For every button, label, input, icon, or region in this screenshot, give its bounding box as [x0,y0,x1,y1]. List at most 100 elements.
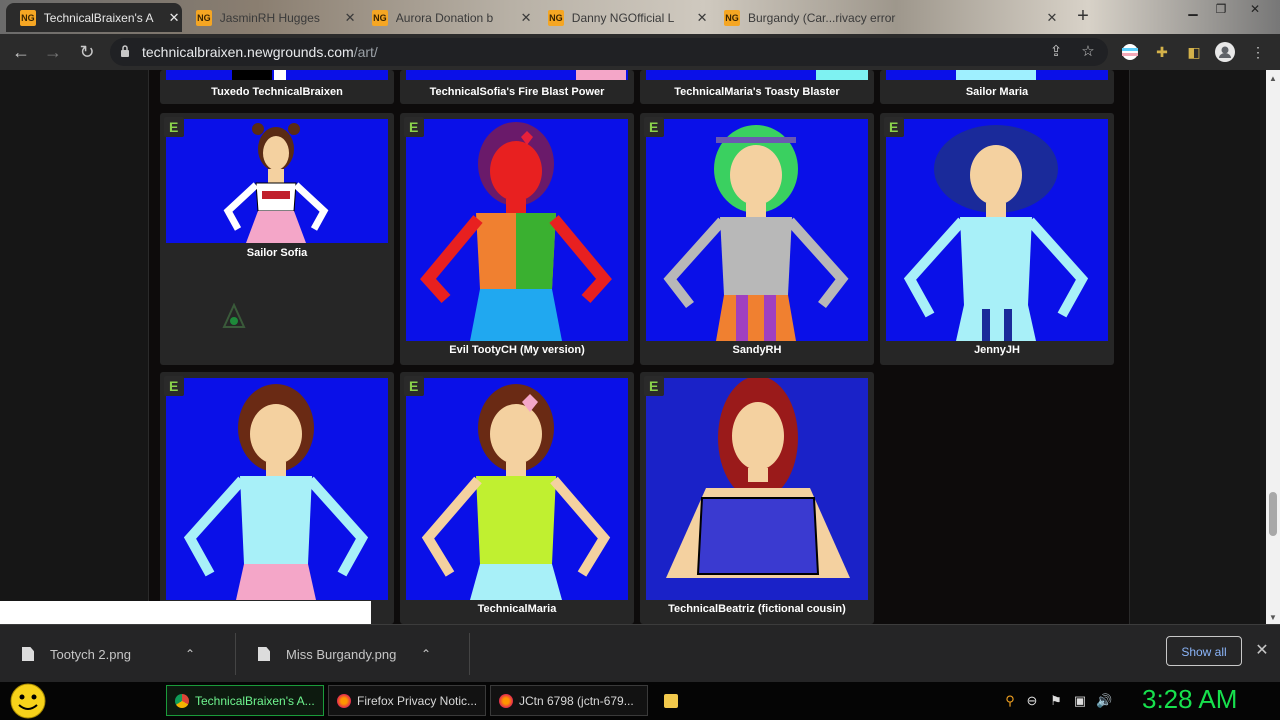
close-icon[interactable]: ✕ [1044,10,1060,26]
art-title[interactable]: TechnicalMaria's Toasty Blaster [640,86,874,98]
art-thumbnail[interactable] [406,378,628,600]
art-thumbnail[interactable] [166,119,388,243]
bookmark-star-icon[interactable]: ☆ [1078,42,1098,62]
art-thumbnail[interactable] [886,119,1108,341]
rating-e-text: E [889,119,899,135]
loading-icon [222,303,246,328]
blocked-icon[interactable]: ⊖ [1024,693,1040,709]
taskbar-item-firefox-2[interactable]: JCtn 6798 (jctn-679... [490,685,648,716]
rating-e-text: E [649,119,659,135]
taskbar: TechnicalBraixen's A... Firefox Privacy … [0,682,1280,720]
volume-icon[interactable]: 🔊 [1096,693,1112,709]
art-card[interactable]: E [160,372,394,624]
art-card[interactable]: E Sailor Sofia [160,113,394,365]
page-scrollbar[interactable]: ▲ ▼ [1266,70,1280,624]
art-card[interactable]: TechnicalMaria's Toasty Blaster [640,70,874,104]
art-card[interactable]: E Evil TootyCH (My version) [400,113,634,365]
clock[interactable]: 3:28 AM [1142,684,1237,715]
menu-dots-icon[interactable]: ⋮ [1248,42,1268,62]
extensions-icon[interactable]: ✚ [1152,42,1172,62]
art-thumbnail[interactable] [646,70,868,80]
rating-badge: E [404,376,424,396]
art-card[interactable]: E TechnicalMaria [400,372,634,624]
start-smiley-icon[interactable] [8,682,48,720]
network-icon[interactable]: ▣ [1072,693,1088,709]
download-item[interactable]: Miss Burgandy.png ⌃ [236,625,470,683]
show-all-button[interactable]: Show all [1166,636,1242,666]
back-icon[interactable]: ← [10,41,32,63]
art-title[interactable]: Sailor Sofia [160,247,394,259]
side-panel-icon[interactable]: ◧ [1184,42,1204,62]
tab-label: Aurora Donation b [395,10,494,25]
taskbar-item-chrome[interactable]: TechnicalBraixen's A... [166,685,324,716]
file-icon [22,647,34,661]
art-gallery: Tuxedo TechnicalBraixen TechnicalSofia's… [148,70,1130,624]
art-thumbnail[interactable] [646,119,868,341]
close-icon[interactable]: ✕ [1252,641,1272,661]
technicalbeatriz-image [646,378,868,600]
newgrounds-icon: NG [196,9,212,26]
art-thumbnail[interactable] [406,119,628,341]
minimize-button[interactable]: ▁ [1180,0,1206,18]
art-title[interactable]: TechnicalSofia's Fire Blast Power [400,86,634,98]
art-title[interactable]: TechnicalBeatriz (fictional cousin) [640,603,874,615]
taskbar-item-firefox[interactable]: Firefox Privacy Notic... [328,685,486,716]
art-thumbnail[interactable] [166,378,388,600]
art-title[interactable]: Sailor Maria [880,86,1114,98]
address-bar[interactable]: technicalbraixen.newgrounds.com/art/ ⇪ ☆ [110,38,1108,66]
art-card[interactable]: E TechnicalBeatriz (fictional cousin) [640,372,874,624]
rating-badge: E [404,117,424,137]
art-title[interactable]: TechnicalMaria [400,603,634,615]
art-title[interactable]: JennyJH [880,344,1114,356]
tab-strip: NG TechnicalBraixen's A ✕ NG JasminRH Hu… [0,0,1280,34]
art-thumbnail[interactable] [646,378,868,600]
search-icon[interactable]: ⚲ [1002,693,1018,709]
tab-aurora[interactable]: NG Aurora Donation b ✕ [358,3,534,32]
evil-tootych-image [406,119,628,341]
rating-e-text: E [409,378,419,394]
art-card[interactable]: E JennyJH [880,113,1114,365]
art-card[interactable]: Sailor Maria [880,70,1114,104]
share-icon[interactable]: ⇪ [1046,42,1066,62]
reload-icon[interactable]: ↻ [76,41,98,63]
chevron-up-icon[interactable]: ⌃ [180,647,200,661]
file-icon [258,647,270,661]
art-thumbnail[interactable] [406,70,628,80]
tab-technicalbraixen[interactable]: NG TechnicalBraixen's A ✕ [6,3,182,32]
close-icon[interactable]: ✕ [694,10,710,26]
scrollbar-thumb[interactable] [1269,492,1277,536]
taskbar-item-label: Firefox Privacy Notic... [357,693,478,708]
rating-e-text: E [409,119,419,135]
close-icon[interactable]: ✕ [166,10,182,26]
art-title[interactable]: Tuxedo TechnicalBraixen [160,86,394,98]
art-card[interactable]: E SandyRH [640,113,874,365]
new-tab-button[interactable]: + [1072,6,1094,28]
scroll-down-icon[interactable]: ▼ [1269,613,1277,622]
art-card[interactable]: TechnicalSofia's Fire Blast Power [400,70,634,104]
browser-toolbar: ← → ↻ technicalbraixen.newgrounds.com/ar… [0,34,1280,70]
close-window-button[interactable]: ✕ [1242,0,1268,18]
overlay-white-bar [0,601,371,624]
art-title[interactable]: Evil TootyCH (My version) [400,344,634,356]
download-item[interactable]: Tootych 2.png ⌃ [0,625,236,683]
chevron-up-icon[interactable]: ⌃ [416,647,436,661]
art-title[interactable]: SandyRH [640,344,874,356]
tab-burgandy[interactable]: NG Burgandy (Car...rivacy error ✕ [710,3,1066,32]
art-card[interactable]: Tuxedo TechnicalBraixen [160,70,394,104]
close-icon[interactable]: ✕ [342,10,358,26]
profile-flag-icon[interactable] [1120,42,1140,62]
taskbar-item-explorer[interactable] [656,685,686,716]
close-icon[interactable]: ✕ [518,10,534,26]
art-thumbnail[interactable] [166,70,388,80]
restore-button[interactable]: ❐ [1208,0,1234,18]
forward-icon[interactable]: → [42,41,64,63]
firefox-icon [499,693,513,708]
taskbar-item-label: JCtn 6798 (jctn-679... [519,693,634,708]
account-avatar-icon[interactable] [1215,42,1235,62]
tab-jasmin[interactable]: NG JasminRH Hugges ✕ [182,3,358,32]
art-thumbnail[interactable] [886,70,1108,80]
flag-icon[interactable]: ⚑ [1048,693,1064,709]
tab-danny[interactable]: NG Danny NGOfficial L ✕ [534,3,710,32]
url-text: technicalbraixen.newgrounds.com/art/ [142,44,378,60]
scroll-up-icon[interactable]: ▲ [1269,74,1277,83]
